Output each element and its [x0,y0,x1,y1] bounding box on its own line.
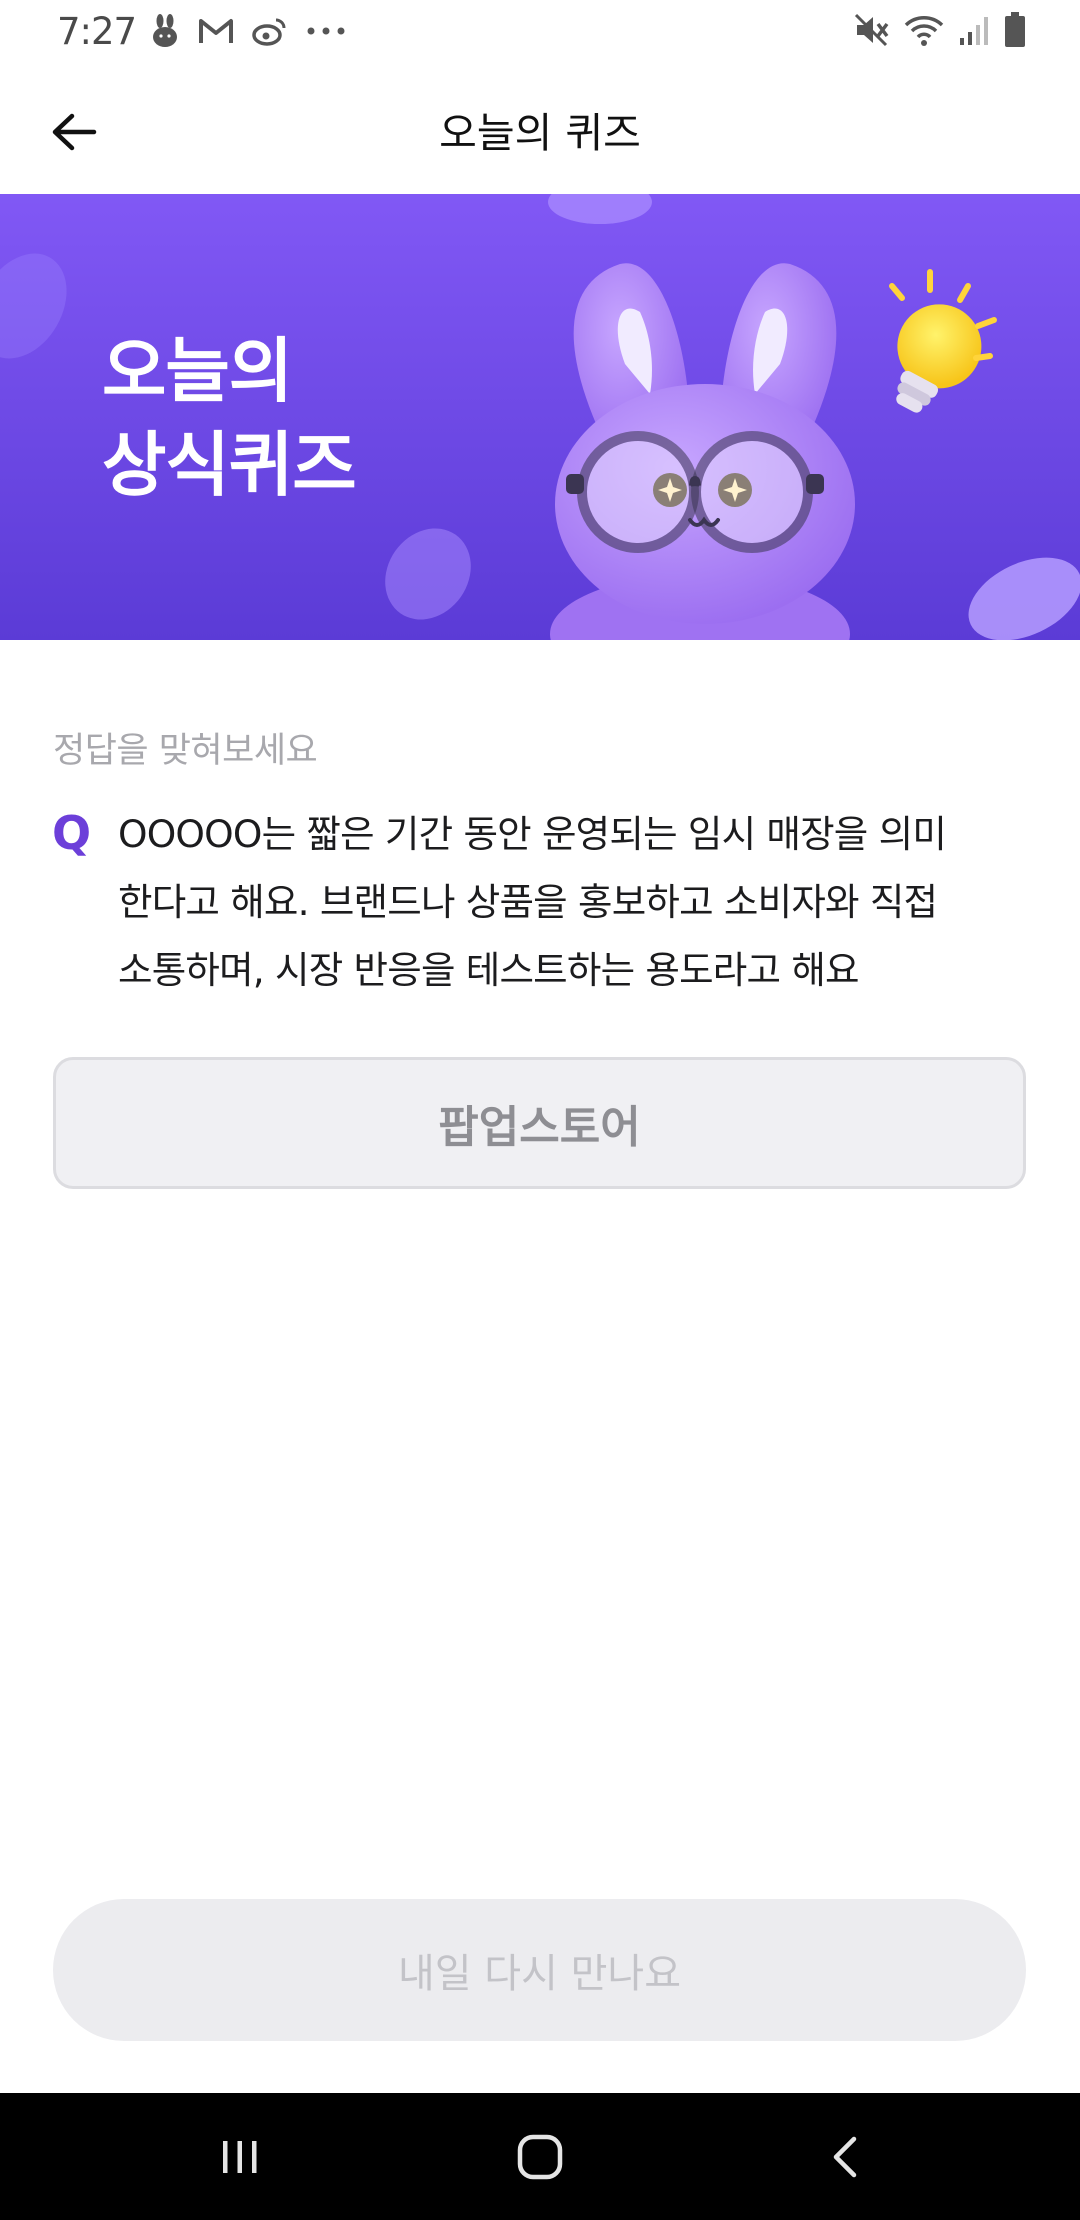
status-right-icons [854,12,1026,48]
status-bar: 7:27 [0,0,1080,64]
weibo-icon [252,18,286,46]
wifi-icon [904,16,944,46]
app-header: 오늘의 퀴즈 [0,64,1080,194]
more-dots-icon [307,27,345,35]
quiz-question-line: 한다고 해요. 브랜드나 상품을 홍보하고 소비자와 직접 [118,880,938,924]
screen: 7:27 오늘의 퀴즈 오늘의 상식퀴즈 정답을 맞혀보세요 Q OOOOO는 … [0,0,1080,2220]
recent-apps-icon [223,2140,257,2173]
recent-apps-button[interactable] [170,2093,310,2220]
signal-icon [960,17,988,45]
status-left-icons [150,14,346,48]
rabbit-app-icon [153,14,177,47]
home-icon [517,2134,563,2179]
system-nav-bar [0,2093,1080,2220]
see-you-tomorrow-button[interactable]: 내일 다시 만나요 [53,1899,1026,2041]
home-button[interactable] [470,2093,610,2220]
quiz-banner: 오늘의 상식퀴즈 [0,194,1080,640]
banner-title-line1: 오늘의 [102,330,293,412]
status-time: 7:27 [57,10,137,53]
answer-option-button[interactable]: 팝업스토어 [53,1057,1026,1189]
quiz-hint: 정답을 맞혀보세요 [53,731,318,771]
quiz-question: OOOOO는 짧은 기간 동안 운영되는 임시 매장을 의미 한다고 해요. 브… [118,800,1018,1004]
banner-title: 오늘의 상식퀴즈 [102,324,357,512]
back-icon [833,2136,857,2177]
gmail-icon [199,19,233,43]
page-title: 오늘의 퀴즈 [439,109,641,157]
question-mark-label: Q [52,806,92,860]
nav-back-button[interactable] [775,2093,915,2220]
battery-icon [1005,12,1025,47]
mute-icon [854,13,889,47]
banner-title-line2: 상식퀴즈 [102,424,357,506]
quiz-question-line: OOOOO는 짧은 기간 동안 운영되는 임시 매장을 의미 [118,812,947,856]
quiz-question-line: 소통하며, 시장 반응을 테스트하는 용도라고 해요 [118,948,860,992]
